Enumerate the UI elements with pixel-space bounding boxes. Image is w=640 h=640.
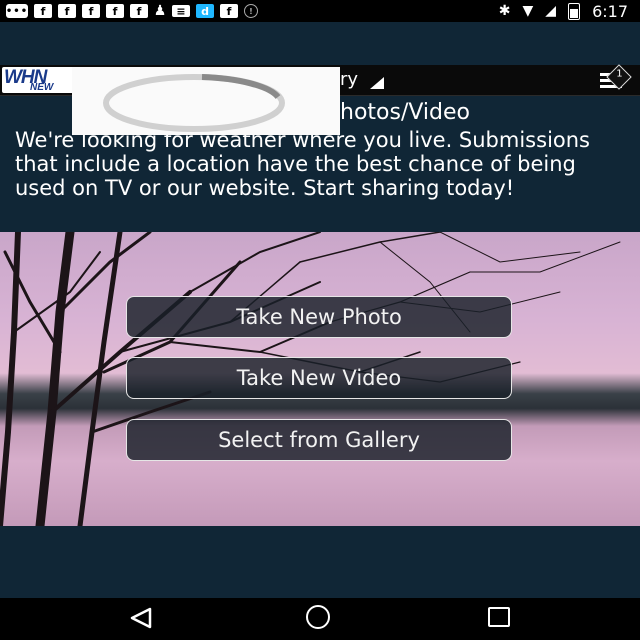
person-icon: ♟ [153, 3, 167, 19]
battery-icon [568, 2, 581, 20]
dictionary-icon: d [196, 4, 214, 18]
page-heading: hotos/Video [340, 100, 471, 125]
navigation-bar [0, 598, 640, 640]
intro-text: We're looking for weather where you live… [15, 128, 590, 200]
dropdown-arrow-icon[interactable] [370, 77, 384, 89]
message-icon: ≡ [172, 5, 190, 18]
flipboard-icon: f [82, 4, 100, 18]
clock: 6:17 [592, 1, 628, 21]
loading-dialog [72, 67, 340, 135]
flipboard-icon: f [106, 4, 124, 18]
background-photo: Take New Photo Take New Video Select fro… [0, 232, 640, 526]
wifi-icon: ▼ [522, 3, 534, 19]
no-signal-icon: ◢ [545, 3, 557, 19]
circle-icon: ! [244, 4, 258, 18]
status-bar: ••• f f f f f ♟ ≡ d f ! ✱ ▼ ◢ 6:17 [0, 0, 640, 22]
system-icons: ✱ ▼ ◢ 6:17 [499, 0, 628, 22]
flipboard-icon: f [130, 4, 148, 18]
flipboard-icon: f [220, 4, 238, 18]
flipboard-icon: f [58, 4, 76, 18]
back-icon[interactable] [128, 606, 154, 630]
take-new-video-button[interactable]: Take New Video [126, 357, 512, 399]
section-dropdown-label[interactable]: ry [340, 69, 358, 90]
dots-notification-icon: ••• [5, 4, 29, 18]
flipboard-icon: f [34, 4, 52, 18]
loading-spinner-icon [103, 74, 285, 132]
recent-apps-icon[interactable] [488, 607, 510, 627]
select-from-gallery-button[interactable]: Select from Gallery [126, 419, 512, 461]
notification-icons: ••• f f f f f ♟ ≡ d f ! [0, 3, 258, 19]
station-logo[interactable]: WHN NEW [2, 67, 78, 93]
menu-badge-count: 1 [616, 68, 623, 80]
home-icon[interactable] [306, 605, 330, 629]
take-new-photo-button[interactable]: Take New Photo [126, 296, 512, 338]
bluetooth-icon: ✱ [498, 3, 511, 19]
logo-sub-text: NEW [30, 82, 54, 93]
hamburger-menu-icon[interactable]: 1 [600, 64, 632, 91]
